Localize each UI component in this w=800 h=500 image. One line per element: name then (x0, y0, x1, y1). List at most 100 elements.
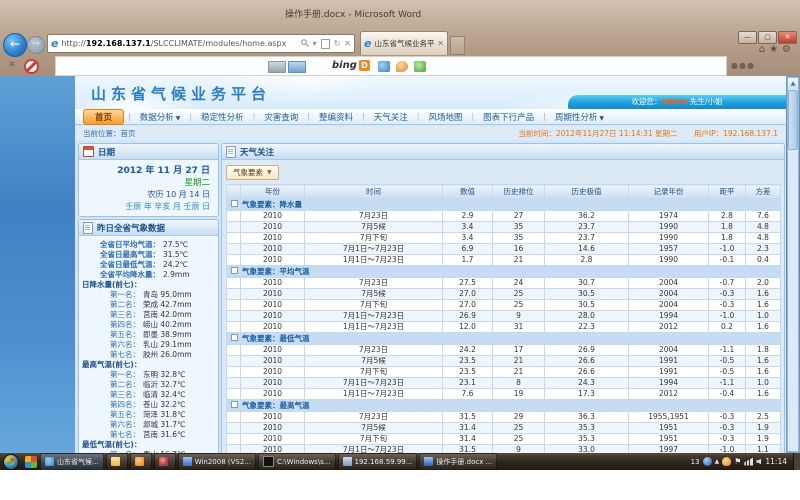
table-cell: 35 (493, 233, 545, 244)
mail-icon[interactable] (268, 61, 286, 73)
expand-checkbox-icon[interactable] (231, 401, 238, 408)
rank-label: 第五名： (82, 410, 140, 420)
taskbar-app-orange-button[interactable] (130, 453, 152, 470)
nav-item-6[interactable]: 天气关注 (365, 111, 417, 123)
bing-box-icon[interactable]: D (359, 60, 370, 71)
taskbar-explorer-button[interactable] (106, 453, 128, 470)
table-cell: 0.4 (746, 255, 781, 266)
more-options-icon[interactable]: ●●● (731, 61, 755, 70)
addon-icon-green[interactable] (414, 61, 426, 72)
group-header-row[interactable]: 气象要素：最高气温 (227, 400, 781, 412)
taskbar-media-button[interactable] (154, 453, 176, 470)
favorites-star-icon[interactable]: ★ (769, 44, 782, 55)
show-desktop-button[interactable] (793, 453, 800, 470)
calendar-icon (83, 146, 94, 157)
table-cell: 2010 (241, 434, 305, 445)
nav-item-4[interactable]: 灾害查询 (255, 111, 307, 123)
table-row: 20101月1日～7月23日12.03122.320120.21.6 (227, 322, 781, 333)
compatibility-view-icon[interactable] (321, 39, 330, 49)
nav-item-1[interactable]: 首页 (83, 109, 124, 125)
ranking-row: 第三名：莒南 42.0mm (82, 310, 215, 320)
bing-logo[interactable]: bing (332, 60, 357, 71)
new-tab-button[interactable] (450, 36, 465, 55)
table-cell: 12.0 (443, 322, 493, 333)
element-filter-button[interactable]: 气象要素▼ (226, 165, 279, 180)
group-header-row[interactable]: 气象要素：平均气温 (227, 266, 781, 278)
group-header-row[interactable]: 气象要素：降水量 (227, 199, 781, 211)
nav-item-2[interactable]: 数据分析▼ (131, 111, 190, 123)
page-scrollbar[interactable]: ▲ (787, 77, 799, 452)
clock[interactable]: 11:14 (765, 457, 787, 466)
table-cell: -0.5 (709, 356, 746, 367)
taskbar-window-button[interactable]: 操作手册.docx ... (419, 453, 497, 470)
weather-focus-panel: 天气关注 气象要素▼ 年份时间数值历史排位历史极值记录年份距平方差气象要素：降水… (221, 143, 785, 453)
taskbar: 山东省气候... Win2008 (VS2... C:\Windows\s... 1… (0, 453, 800, 470)
quick-launch-icon[interactable] (25, 456, 37, 468)
table-cell: 2.8 (545, 255, 629, 266)
nav-item-9[interactable]: 周期性分析▼ (546, 111, 613, 123)
addon-icon-orange[interactable] (396, 61, 408, 72)
table-cell: 1.6 (746, 300, 781, 311)
forward-arrow-icon: → (32, 39, 40, 49)
tab-close-icon[interactable]: ✕ (437, 39, 444, 48)
ranking-row: 第二名：荣成 42.7mm (82, 300, 215, 310)
table-cell: -1.0 (709, 311, 746, 322)
maximize-button[interactable]: ▢ (758, 31, 777, 44)
stat-row: 全省日最高气温：31.5℃ (82, 250, 215, 260)
table-cell: 7月1日～7月23日 (305, 378, 443, 389)
close-bar-icon[interactable]: ✕ (8, 60, 16, 70)
table-cell: 9 (493, 311, 545, 322)
start-button[interactable] (3, 454, 19, 470)
nav-item-8[interactable]: 图表下行产品 (474, 111, 543, 123)
refresh-icon[interactable]: ↻ (334, 39, 341, 48)
network-globe-icon[interactable] (703, 457, 712, 466)
search-icon[interactable] (301, 39, 309, 49)
addon-icon-blue[interactable] (378, 61, 390, 72)
table-cell: -0.5 (709, 367, 746, 378)
table-cell: 26.6 (545, 356, 629, 367)
nav-item-5[interactable]: 整编资料 (310, 111, 362, 123)
stop-icon[interactable]: ✕ (344, 39, 351, 48)
expand-checkbox-icon[interactable] (231, 334, 238, 341)
main-panel-header: 天气关注 (222, 144, 784, 160)
taskbar-ie-button[interactable]: 山东省气候... (40, 453, 104, 470)
table-cell: 1.9 (746, 423, 781, 434)
table-row: 20107月23日27.52430.72004-0.72.0 (227, 278, 781, 289)
scroll-up-icon[interactable]: ▲ (788, 78, 798, 89)
browser-tab[interactable]: e 山东省气候业务平... ✕ (360, 31, 448, 55)
table-cell: -0.3 (709, 423, 746, 434)
taskbar-window-button[interactable]: Win2008 (VS2... (178, 453, 256, 470)
table-cell: 31 (493, 322, 545, 333)
back-button[interactable]: ← (3, 33, 27, 57)
taskbar-window-button[interactable]: 192.168.59.99... (338, 453, 418, 470)
expand-checkbox-icon[interactable] (231, 267, 238, 274)
minimize-button[interactable]: — (738, 31, 757, 44)
autocomplete-dropdown-icon[interactable]: ▾ (313, 39, 317, 48)
table-cell: 9 (493, 445, 545, 454)
nav-item-7[interactable]: 风场地图 (419, 111, 471, 123)
url-text: http://192.168.137.1/SLCCLIMATE/modules/… (61, 39, 296, 48)
table-row: 20107月1日～7月23日26.9928.01994-1.01.0 (227, 311, 781, 322)
close-button[interactable]: ✕ (778, 31, 797, 44)
table-cell: 23.7 (545, 233, 629, 244)
network-icon[interactable] (744, 458, 753, 466)
volume-icon[interactable] (756, 459, 761, 465)
column-header: 历史排位 (493, 185, 545, 199)
tools-gear-icon[interactable]: ⚙ (782, 44, 795, 55)
forward-button[interactable]: → (27, 36, 45, 54)
taskbar-window-button[interactable]: C:\Windows\s... (258, 453, 336, 470)
address-bar[interactable]: e http://192.168.137.1/SLCCLIMATE/module… (47, 34, 355, 53)
nav-item-3[interactable]: 稳定性分析 (192, 111, 253, 123)
send-mail-icon[interactable] (288, 61, 306, 73)
firefox-tray-icon[interactable] (722, 457, 731, 466)
home-icon[interactable]: ⌂ (759, 44, 769, 55)
stat-row: 全省日平均气温：27.5℃ (82, 240, 215, 250)
taskbar-window-label: C:\Windows\s... (277, 458, 331, 466)
group-header-row[interactable]: 气象要素：最低气温 (227, 333, 781, 345)
show-hidden-icons[interactable]: ▲ (715, 458, 720, 465)
ranking-row: 第六名：乳山 29.1mm (82, 340, 215, 350)
action-center-flag-icon[interactable]: ⚑ (734, 457, 741, 466)
scrollbar-thumb[interactable] (788, 90, 798, 150)
expand-checkbox-icon[interactable] (231, 200, 238, 207)
row-checkbox-cell (227, 311, 241, 322)
